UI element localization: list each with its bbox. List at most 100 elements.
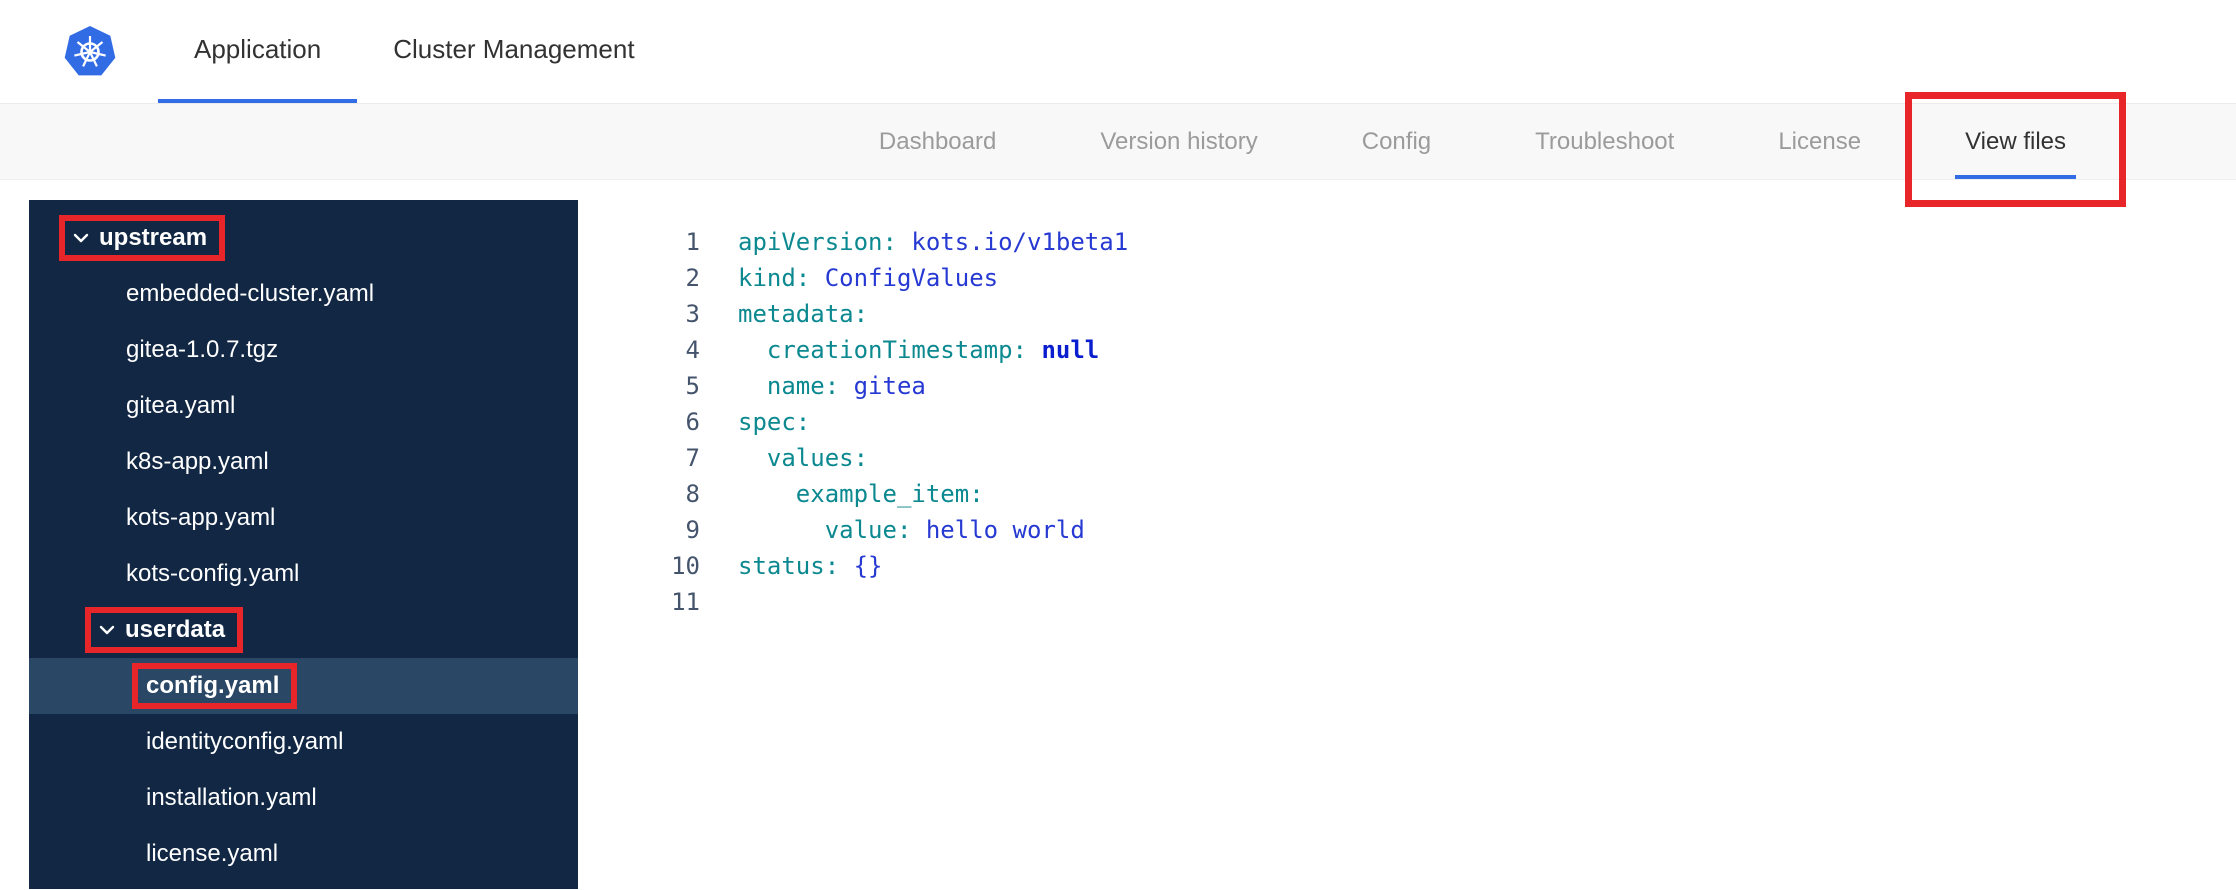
code-line: 7 values: [630,440,2236,476]
tree-folder-upstream[interactable]: upstream [29,210,578,266]
tree-item-inner: kots-app.yaml [126,504,275,532]
top-tab-label: Application [194,34,322,64]
tree-item-inner: license.yaml [146,840,278,868]
tree-item-inner: upstream [59,215,226,261]
code-token: metadata: [738,300,869,328]
subnav-tab-label: Troubleshoot [1535,127,1675,155]
subnav-tab-label: Config [1361,127,1432,155]
line-number: 11 [671,588,700,616]
line-number: 9 [685,516,700,544]
code-token: kind: [738,264,811,292]
tree-item-label: kots-config.yaml [126,560,300,587]
code-text: value: hello world [738,512,1085,548]
code-text: name: gitea [738,368,926,404]
code-text: values: [738,440,868,476]
tree-folder-userdata[interactable]: userdata [29,602,578,658]
subnav-tab-version-history[interactable]: Version history [1048,104,1309,179]
code-token: hello world [925,516,1085,544]
line-number: 5 [685,372,700,400]
code-line: 11 [630,584,2236,620]
tree-file-k8s-app-yaml[interactable]: k8s-app.yaml [29,434,578,490]
tree-file-identityconfig-yaml[interactable]: identityconfig.yaml [29,714,578,770]
tree-item-inner: gitea-1.0.7.tgz [126,336,278,364]
tree-item-inner: installation.yaml [146,784,317,812]
tree-item-label: installation.yaml [146,784,317,811]
line-number: 10 [671,552,700,580]
tree-file-kots-config-yaml[interactable]: kots-config.yaml [29,546,578,602]
tree-item-label: license.yaml [146,840,279,867]
code-text: apiVersion: kots.io/v1beta1 [738,224,1128,260]
line-number: 3 [685,300,700,328]
tree-file-kots-app-yaml[interactable]: kots-app.yaml [29,490,578,546]
top-nav: Application Cluster Management [158,0,671,103]
subnav-tab-config[interactable]: Config [1310,104,1483,179]
tree-item-label: gitea.yaml [126,392,236,419]
tree-item-label: embedded-cluster.yaml [126,280,375,307]
code-line: 5 name: gitea [630,368,2236,404]
code-token: creationTimestamp: [766,336,1027,364]
line-number: 2 [685,264,700,292]
top-tab-application[interactable]: Application [158,0,358,103]
tree-file-embedded-cluster-yaml[interactable]: embedded-cluster.yaml [29,266,578,322]
subnav-tab-label: License [1778,127,1862,155]
top-tab-cluster-management[interactable]: Cluster Management [357,0,670,103]
code-text: kind: ConfigValues [738,260,998,296]
tree-file-license-yaml[interactable]: license.yaml [29,826,578,882]
kubernetes-logo-icon [64,0,116,103]
code-token: {} [853,552,883,580]
tree-item-label: config.yaml [146,672,280,699]
chevron-down-icon[interactable] [73,233,89,243]
code-token: name: [766,372,840,400]
tree-item-inner: gitea.yaml [126,392,235,420]
tree-item-label: kots-app.yaml [126,504,276,531]
tree-file-gitea-yaml[interactable]: gitea.yaml [29,378,578,434]
tree-item-label: userdata [125,616,226,643]
tree-item-label: gitea-1.0.7.tgz [126,336,279,363]
code-token: example_item: [795,480,984,508]
code-line: 9 value: hello world [630,512,2236,548]
tree-item-label: upstream [99,224,208,251]
code-line: 1 apiVersion: kots.io/v1beta1 [630,224,2236,260]
code-text: status: {} [738,548,883,584]
code-token: status: [738,552,840,580]
code-editor[interactable]: 1 apiVersion: kots.io/v1beta1 2 kind: Co… [630,224,2236,620]
code-token: null [1041,336,1100,364]
code-text: metadata: [738,296,868,332]
tree-file-config-yaml[interactable]: config.yaml [29,658,578,714]
top-tab-label: Cluster Management [393,34,635,64]
tree-file-installation-yaml[interactable]: installation.yaml [29,770,578,826]
code-token: gitea [853,372,926,400]
code-line: 4 creationTimestamp: null [630,332,2236,368]
top-header: Application Cluster Management [0,0,2236,104]
subnav-tab-label: View files [1965,127,2066,155]
tree-item-inner: embedded-cluster.yaml [126,280,374,308]
code-line: 8 example_item: [630,476,2236,512]
app-subnav: Dashboard Version history Config Trouble… [0,92,2236,207]
tree-item-inner: kots-config.yaml [126,560,299,588]
code-text: creationTimestamp: null [738,332,1099,368]
subnav-tab-dashboard[interactable]: Dashboard [827,104,1048,179]
chevron-down-icon[interactable] [99,625,115,635]
line-number: 7 [685,444,700,472]
code-line: 6 spec: [630,404,2236,440]
subnav-tab-license[interactable]: License [1726,104,1913,179]
subnav-tab-view-files[interactable]: View files [1905,92,2126,207]
line-number: 1 [685,228,700,256]
tree-item-inner: config.yaml [132,663,298,709]
subnav-tab-troubleshoot[interactable]: Troubleshoot [1483,104,1726,179]
code-token: kots.io/v1beta1 [911,228,1129,256]
tree-file-gitea-1-0-7-tgz[interactable]: gitea-1.0.7.tgz [29,322,578,378]
file-viewer: 1 apiVersion: kots.io/v1beta1 2 kind: Co… [578,200,2236,620]
code-token: apiVersion: [738,228,897,256]
